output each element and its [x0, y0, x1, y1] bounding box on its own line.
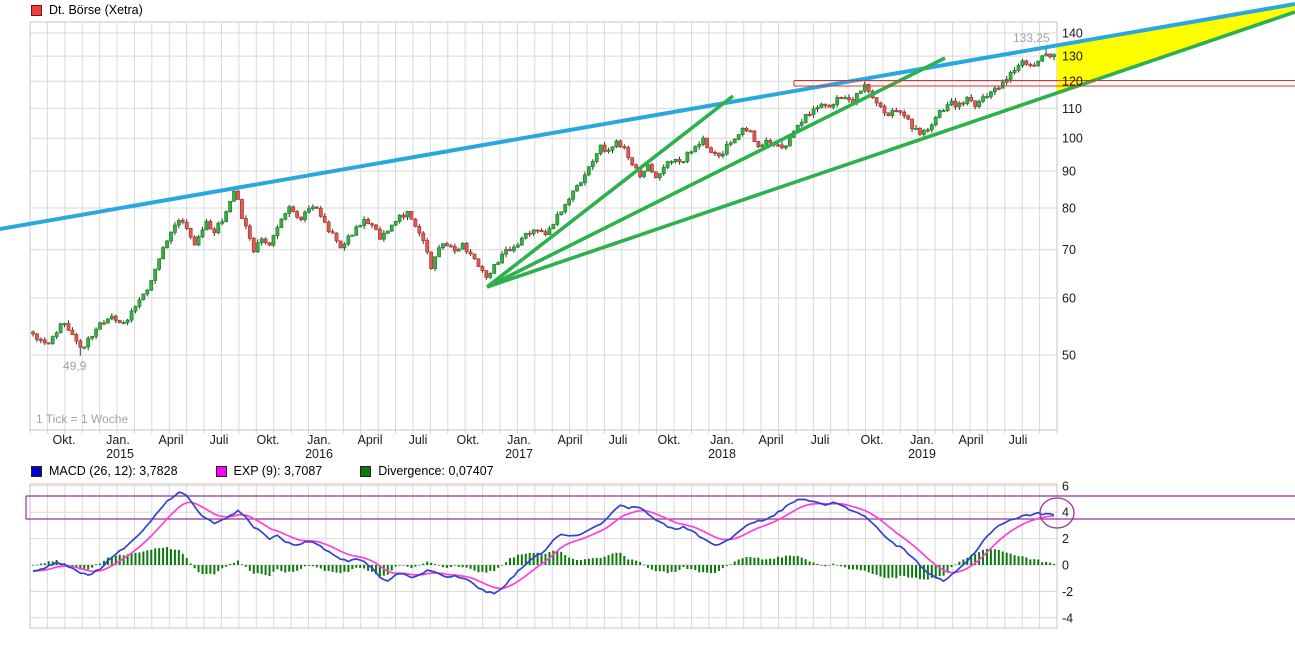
svg-text:Juli: Juli — [1009, 433, 1028, 447]
chart-title-label: Dt. Börse (Xetra) — [49, 3, 143, 17]
svg-text:130: 130 — [1062, 50, 1083, 64]
candles-layer — [32, 48, 1056, 355]
chart-title: Dt. Börse (Xetra) — [31, 3, 143, 17]
svg-text:Okt.: Okt. — [658, 433, 681, 447]
svg-text:April: April — [557, 433, 582, 447]
svg-text:-2: -2 — [1062, 585, 1073, 599]
svg-text:April: April — [158, 433, 183, 447]
high-annotation: 133,25 — [1013, 31, 1050, 45]
svg-text:4: 4 — [1062, 506, 1069, 520]
svg-text:April: April — [357, 433, 382, 447]
svg-text:80: 80 — [1062, 201, 1076, 215]
svg-text:Okt.: Okt. — [861, 433, 884, 447]
svg-text:April: April — [958, 433, 983, 447]
exp-legend-item: EXP (9): 3,7087 — [216, 464, 323, 478]
svg-text:Jan.: Jan. — [910, 433, 934, 447]
svg-text:Juli: Juli — [609, 433, 628, 447]
exp-swatch-icon — [216, 466, 227, 477]
low-annotation: 49,9 — [63, 359, 86, 373]
svg-text:Jan.: Jan. — [307, 433, 331, 447]
svg-text:70: 70 — [1062, 243, 1076, 257]
macd-legend-label: MACD (26, 12): 3,7828 — [49, 464, 178, 478]
series-swatch-icon — [31, 5, 42, 16]
svg-text:0: 0 — [1062, 559, 1069, 573]
svg-text:2018: 2018 — [708, 447, 736, 461]
svg-text:100: 100 — [1062, 132, 1083, 146]
svg-text:Juli: Juli — [409, 433, 428, 447]
price-macd-chart: 140 130 120 110 100 90 80 70 60 50 6 4 2 0 -2 -4 Okt. Jan… — [0, 0, 1295, 650]
svg-text:60: 60 — [1062, 291, 1076, 305]
svg-text:2017: 2017 — [505, 447, 533, 461]
svg-text:Juli: Juli — [811, 433, 830, 447]
svg-text:2019: 2019 — [908, 447, 936, 461]
svg-text:Juli: Juli — [210, 433, 229, 447]
stock-chart-widget: 140 130 120 110 100 90 80 70 60 50 6 4 2 0 -2 -4 Okt. Jan… — [0, 0, 1295, 650]
divergence-legend-item: Divergence: 0,07407 — [360, 464, 493, 478]
svg-text:Jan.: Jan. — [106, 433, 130, 447]
svg-text:-4: -4 — [1062, 611, 1073, 625]
svg-text:Okt.: Okt. — [53, 433, 76, 447]
macd-layer — [26, 492, 1295, 594]
divergence-legend-label: Divergence: 0,07407 — [378, 464, 493, 478]
svg-text:2: 2 — [1062, 532, 1069, 546]
svg-text:90: 90 — [1062, 165, 1076, 179]
tick-scale-note: 1 Tick = 1 Woche — [36, 412, 128, 426]
divergence-swatch-icon — [360, 466, 371, 477]
svg-text:6: 6 — [1062, 479, 1069, 493]
svg-text:Okt.: Okt. — [457, 433, 480, 447]
svg-text:50: 50 — [1062, 348, 1076, 362]
svg-text:2015: 2015 — [106, 447, 134, 461]
macd-swatch-icon — [31, 466, 42, 477]
svg-text:April: April — [758, 433, 783, 447]
macd-legend: MACD (26, 12): 3,7828 EXP (9): 3,7087 Di… — [31, 464, 532, 478]
exp-legend-label: EXP (9): 3,7087 — [234, 464, 323, 478]
svg-text:140: 140 — [1062, 27, 1083, 41]
svg-text:110: 110 — [1062, 102, 1082, 116]
svg-text:Jan.: Jan. — [710, 433, 734, 447]
macd-legend-item: MACD (26, 12): 3,7828 — [31, 464, 178, 478]
svg-text:120: 120 — [1062, 75, 1083, 89]
svg-text:Jan.: Jan. — [507, 433, 531, 447]
svg-text:2016: 2016 — [305, 447, 333, 461]
svg-text:Okt.: Okt. — [257, 433, 280, 447]
